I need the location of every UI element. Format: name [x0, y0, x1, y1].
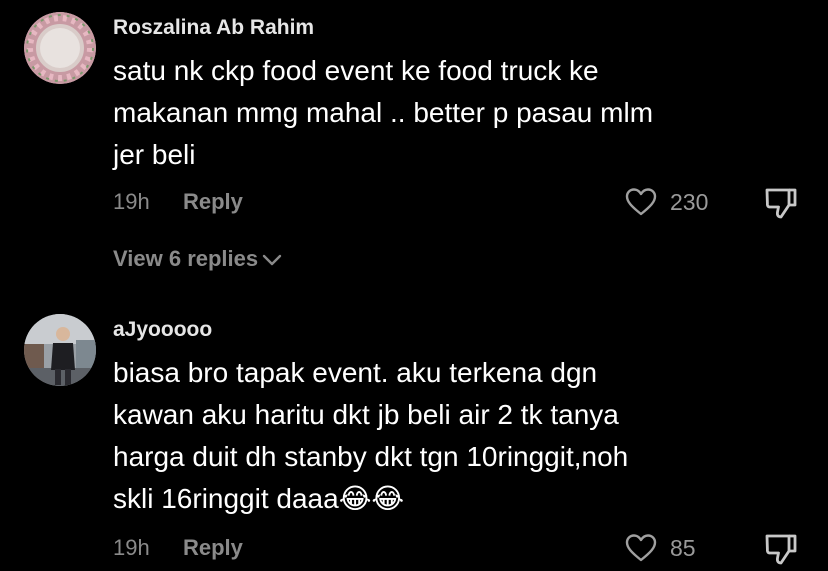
reply-button[interactable]: Reply — [183, 186, 243, 218]
comment-username[interactable]: Roszalina Ab Rahim — [113, 16, 314, 40]
comment-username[interactable]: aJyooooo — [113, 318, 212, 342]
dislike-button[interactable] — [764, 186, 798, 225]
comment-meta: 19h Reply 230 — [113, 186, 803, 219]
comment-text: satu nk ckp food event ke food truck ke … — [113, 50, 773, 176]
comment-line: jer beli — [113, 139, 196, 170]
like-count: 85 — [670, 535, 696, 561]
avatar[interactable] — [24, 12, 96, 84]
comment-line: makanan mmg mahal .. better p pasau mlm — [113, 97, 654, 128]
comment-line: skli 16ringgit daaa😂😂 — [113, 483, 405, 514]
heart-icon — [625, 188, 657, 216]
dislike-icon — [765, 534, 797, 565]
comment-line: satu nk ckp food event ke food truck ke — [113, 55, 599, 86]
like-button[interactable] — [625, 187, 657, 222]
comment-text: biasa bro tapak event. aku terkena dgn k… — [113, 352, 773, 520]
comment-line: biasa bro tapak event. aku terkena dgn — [113, 357, 598, 388]
view-replies-label: View 6 replies — [113, 246, 259, 271]
like-button[interactable] — [625, 533, 657, 568]
dislike-button[interactable] — [764, 532, 798, 571]
comment-line: kawan aku haritu dkt jb beli air 2 tk ta… — [113, 399, 619, 430]
floral-wreath-avatar-icon — [24, 12, 96, 84]
person-photo-avatar-icon — [24, 314, 96, 386]
dislike-icon — [765, 188, 797, 219]
heart-icon — [625, 534, 657, 562]
comment-time: 19h — [113, 189, 150, 214]
view-replies-button[interactable]: View 6 replies — [113, 244, 282, 274]
chevron-down-icon — [262, 254, 282, 266]
comment-meta: 19h Reply 85 — [113, 532, 803, 565]
avatar[interactable] — [24, 314, 96, 386]
comment-time: 19h — [113, 535, 150, 560]
reply-button[interactable]: Reply — [183, 532, 243, 564]
comment-line: harga duit dh stanby dkt tgn 10ringgit,n… — [113, 441, 629, 472]
like-count: 230 — [670, 189, 709, 215]
